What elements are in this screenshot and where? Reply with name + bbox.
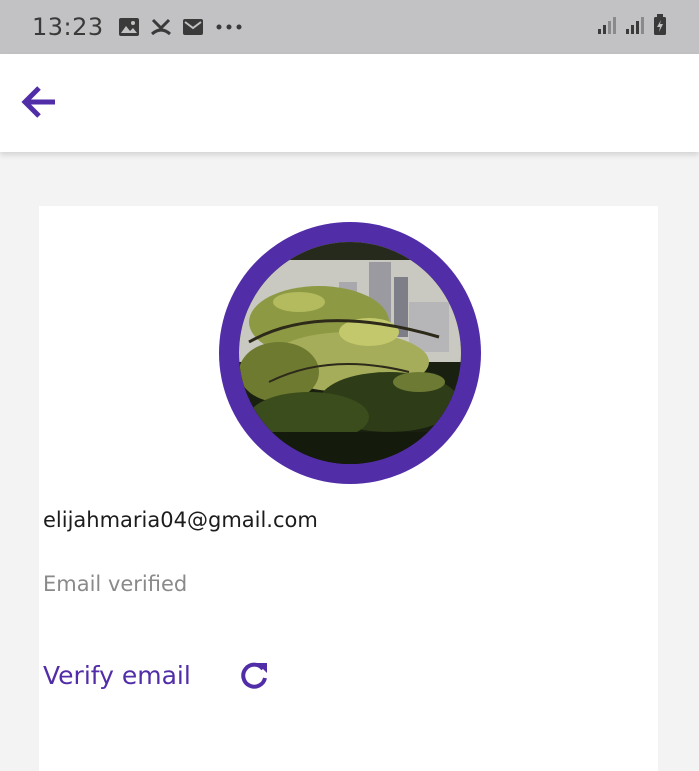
mail-icon — [182, 16, 204, 38]
email-address: elijahmaria04@gmail.com — [43, 508, 318, 532]
avatar-photo — [239, 242, 461, 464]
verify-email-label: Verify email — [43, 660, 191, 690]
app-bar — [0, 54, 699, 152]
verify-email-button[interactable]: Verify email — [43, 654, 191, 696]
refresh-icon[interactable] — [237, 659, 271, 693]
signal-icon — [597, 15, 619, 39]
avatar-ring — [219, 222, 481, 484]
arrow-back-icon — [19, 82, 59, 126]
status-indicators — [597, 14, 667, 40]
status-bar: 13:23 — [0, 0, 699, 54]
more-dots-icon — [214, 16, 244, 38]
missed-call-icon — [150, 16, 172, 38]
image-icon — [118, 16, 140, 38]
status-time: 13:23 — [32, 13, 104, 41]
back-button[interactable] — [14, 80, 64, 128]
email-verified-status: Email verified — [43, 572, 188, 596]
profile-card: elijahmaria04@gmail.com Email verified V… — [39, 206, 658, 771]
signal-icon — [625, 15, 647, 39]
battery-charging-icon — [653, 14, 667, 40]
avatar[interactable] — [239, 242, 461, 464]
